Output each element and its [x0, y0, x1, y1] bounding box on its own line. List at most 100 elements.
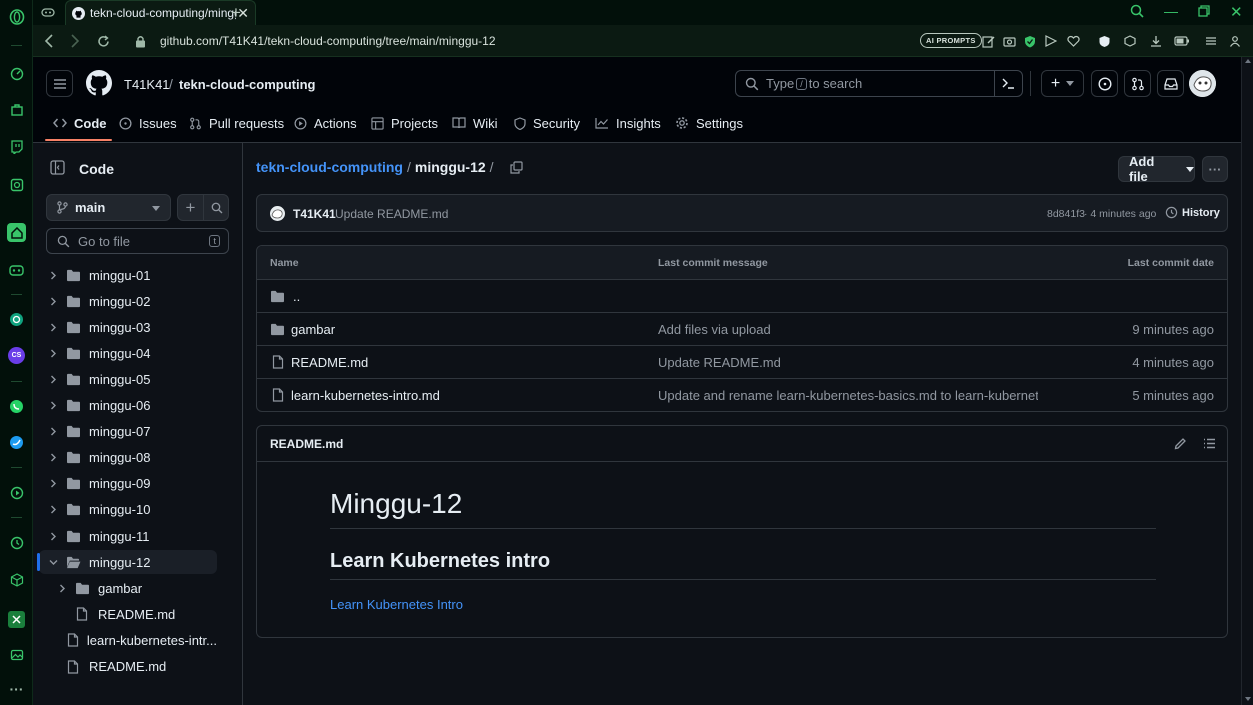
chevron-right-icon[interactable]: [47, 426, 59, 438]
tree-folder-item[interactable]: minggu-07: [39, 420, 217, 444]
table-row[interactable]: gambar Add files via upload 9 minutes ago: [257, 312, 1227, 345]
tab-issues[interactable]: Issues: [119, 114, 177, 132]
cube-icon[interactable]: [8, 571, 25, 588]
command-palette-icon[interactable]: [994, 71, 1022, 96]
chevron-right-icon[interactable]: [47, 295, 59, 307]
file-name-link[interactable]: gambar: [291, 322, 335, 337]
easy-setup-icon[interactable]: [1204, 34, 1218, 48]
ai-prompts-button[interactable]: AI PROMPTS: [920, 33, 982, 48]
twitter-icon[interactable]: [8, 434, 25, 451]
tree-folder-item[interactable]: minggu-08: [39, 446, 217, 470]
reload-icon[interactable]: [95, 33, 111, 49]
gallery-icon[interactable]: [8, 646, 25, 663]
tree-file-item[interactable]: README.md: [39, 655, 217, 679]
add-file-icon[interactable]: +: [178, 195, 204, 220]
history-button[interactable]: History: [1165, 206, 1220, 219]
gx-icon[interactable]: [8, 176, 25, 193]
chevron-right-icon[interactable]: [47, 269, 59, 281]
history-icon[interactable]: [8, 534, 25, 551]
battery-icon[interactable]: [1174, 34, 1190, 48]
bag-icon[interactable]: [8, 101, 25, 118]
repo-owner-link[interactable]: T41K41: [124, 77, 170, 92]
browser-tab-active[interactable]: tekn-cloud-computing/minggu-12 ✕: [65, 0, 256, 25]
readme-filename[interactable]: README.md: [270, 437, 343, 451]
file-commit-message[interactable]: Update and rename learn-kubernetes-basic…: [658, 388, 1038, 403]
menu-button[interactable]: [46, 70, 73, 97]
forward-icon[interactable]: [67, 33, 83, 49]
outline-icon[interactable]: [1203, 438, 1216, 449]
chevron-right-icon[interactable]: [47, 478, 59, 490]
chevron-right-icon[interactable]: [47, 373, 59, 385]
breadcrumb-repo-link[interactable]: tekn-cloud-computing: [256, 159, 403, 175]
collapse-sidebar-icon[interactable]: [50, 160, 65, 175]
tree-folder-item[interactable]: minggu-02: [39, 289, 217, 313]
tree-folder-item[interactable]: minggu-06: [39, 394, 217, 418]
url-field[interactable]: github.com/T41K41/tekn-cloud-computing/t…: [160, 34, 496, 48]
more-icon[interactable]: ···: [8, 680, 25, 697]
file-commit-message[interactable]: Update README.md: [658, 355, 781, 370]
extension-icon[interactable]: [8, 611, 25, 628]
tree-file-item[interactable]: README.md: [39, 602, 217, 626]
tree-folder-item[interactable]: minggu-11: [39, 524, 217, 548]
minimize-icon[interactable]: —: [1164, 3, 1178, 19]
tab-insights[interactable]: Insights: [595, 114, 661, 132]
page-scrollbar[interactable]: [1241, 57, 1253, 705]
table-row[interactable]: README.md Update README.md 4 minutes ago: [257, 345, 1227, 378]
chevron-right-icon[interactable]: [47, 347, 59, 359]
branch-selector[interactable]: main: [46, 194, 171, 221]
restore-icon[interactable]: [1198, 5, 1210, 17]
whatsapp-icon[interactable]: [8, 398, 25, 415]
file-commit-message[interactable]: Add files via upload: [658, 322, 771, 337]
player-icon[interactable]: [8, 484, 25, 501]
chevron-right-icon[interactable]: [47, 504, 59, 516]
profile-icon[interactable]: [1228, 34, 1242, 48]
speed-dial-icon[interactable]: [8, 65, 25, 82]
create-new-button[interactable]: +: [1041, 70, 1084, 97]
vpn-icon[interactable]: [1097, 34, 1111, 48]
issues-button[interactable]: [1091, 70, 1118, 97]
tree-folder-item[interactable]: minggu-05: [39, 367, 217, 391]
file-name-link[interactable]: learn-kubernetes-intro.md: [291, 388, 440, 403]
lock-icon[interactable]: [132, 33, 148, 49]
send-icon[interactable]: [1044, 34, 1058, 48]
back-icon[interactable]: [41, 33, 57, 49]
tree-folder-item[interactable]: gambar: [39, 576, 217, 600]
extensions-cube-icon[interactable]: [1123, 34, 1137, 48]
close-window-icon[interactable]: ✕: [1230, 3, 1243, 21]
chevron-right-icon[interactable]: [47, 400, 59, 412]
tab-security[interactable]: Security: [514, 114, 580, 132]
tab-code[interactable]: Code: [53, 114, 107, 132]
edit-icon[interactable]: [981, 34, 995, 48]
avatar[interactable]: [1189, 70, 1216, 97]
chatgpt-icon[interactable]: [8, 311, 25, 328]
commit-message[interactable]: Update README.md: [335, 207, 448, 221]
tree-folder-item[interactable]: minggu-03: [39, 315, 217, 339]
shield-check-icon[interactable]: [1023, 34, 1037, 48]
heart-icon[interactable]: [1066, 34, 1080, 48]
tab-settings[interactable]: Settings: [675, 114, 743, 132]
repo-name-link[interactable]: tekn-cloud-computing: [179, 77, 316, 92]
search-icon[interactable]: [204, 195, 229, 220]
tree-file-item[interactable]: learn-kubernetes-intr...: [39, 628, 217, 652]
download-icon[interactable]: [1149, 34, 1163, 48]
readme-link[interactable]: Learn Kubernetes Intro: [330, 597, 463, 612]
tree-folder-item[interactable]: minggu-10: [39, 498, 217, 522]
discord-icon[interactable]: [8, 262, 25, 279]
tree-folder-item[interactable]: minggu-12: [37, 550, 217, 575]
more-options-button[interactable]: ···: [1202, 156, 1228, 182]
tree-folder-item[interactable]: minggu-01: [39, 263, 217, 287]
search-tabs-icon[interactable]: [1130, 4, 1145, 19]
cs-app-icon[interactable]: CS: [8, 347, 25, 364]
new-tab-icon[interactable]: +: [231, 3, 241, 23]
tab-wiki[interactable]: Wiki: [452, 114, 498, 132]
twitch-icon[interactable]: [8, 138, 25, 155]
chevron-right-icon[interactable]: [47, 452, 59, 464]
tree-folder-item[interactable]: minggu-04: [39, 341, 217, 365]
tab-pull-requests[interactable]: Pull requests: [189, 114, 284, 132]
commit-author[interactable]: T41K41: [293, 207, 336, 221]
edit-icon[interactable]: [1174, 437, 1187, 450]
tab-actions[interactable]: Actions: [294, 114, 357, 132]
chevron-right-icon[interactable]: [47, 530, 59, 542]
table-row[interactable]: learn-kubernetes-intro.md Update and rena…: [257, 378, 1227, 411]
chevron-right-icon[interactable]: [47, 321, 59, 333]
